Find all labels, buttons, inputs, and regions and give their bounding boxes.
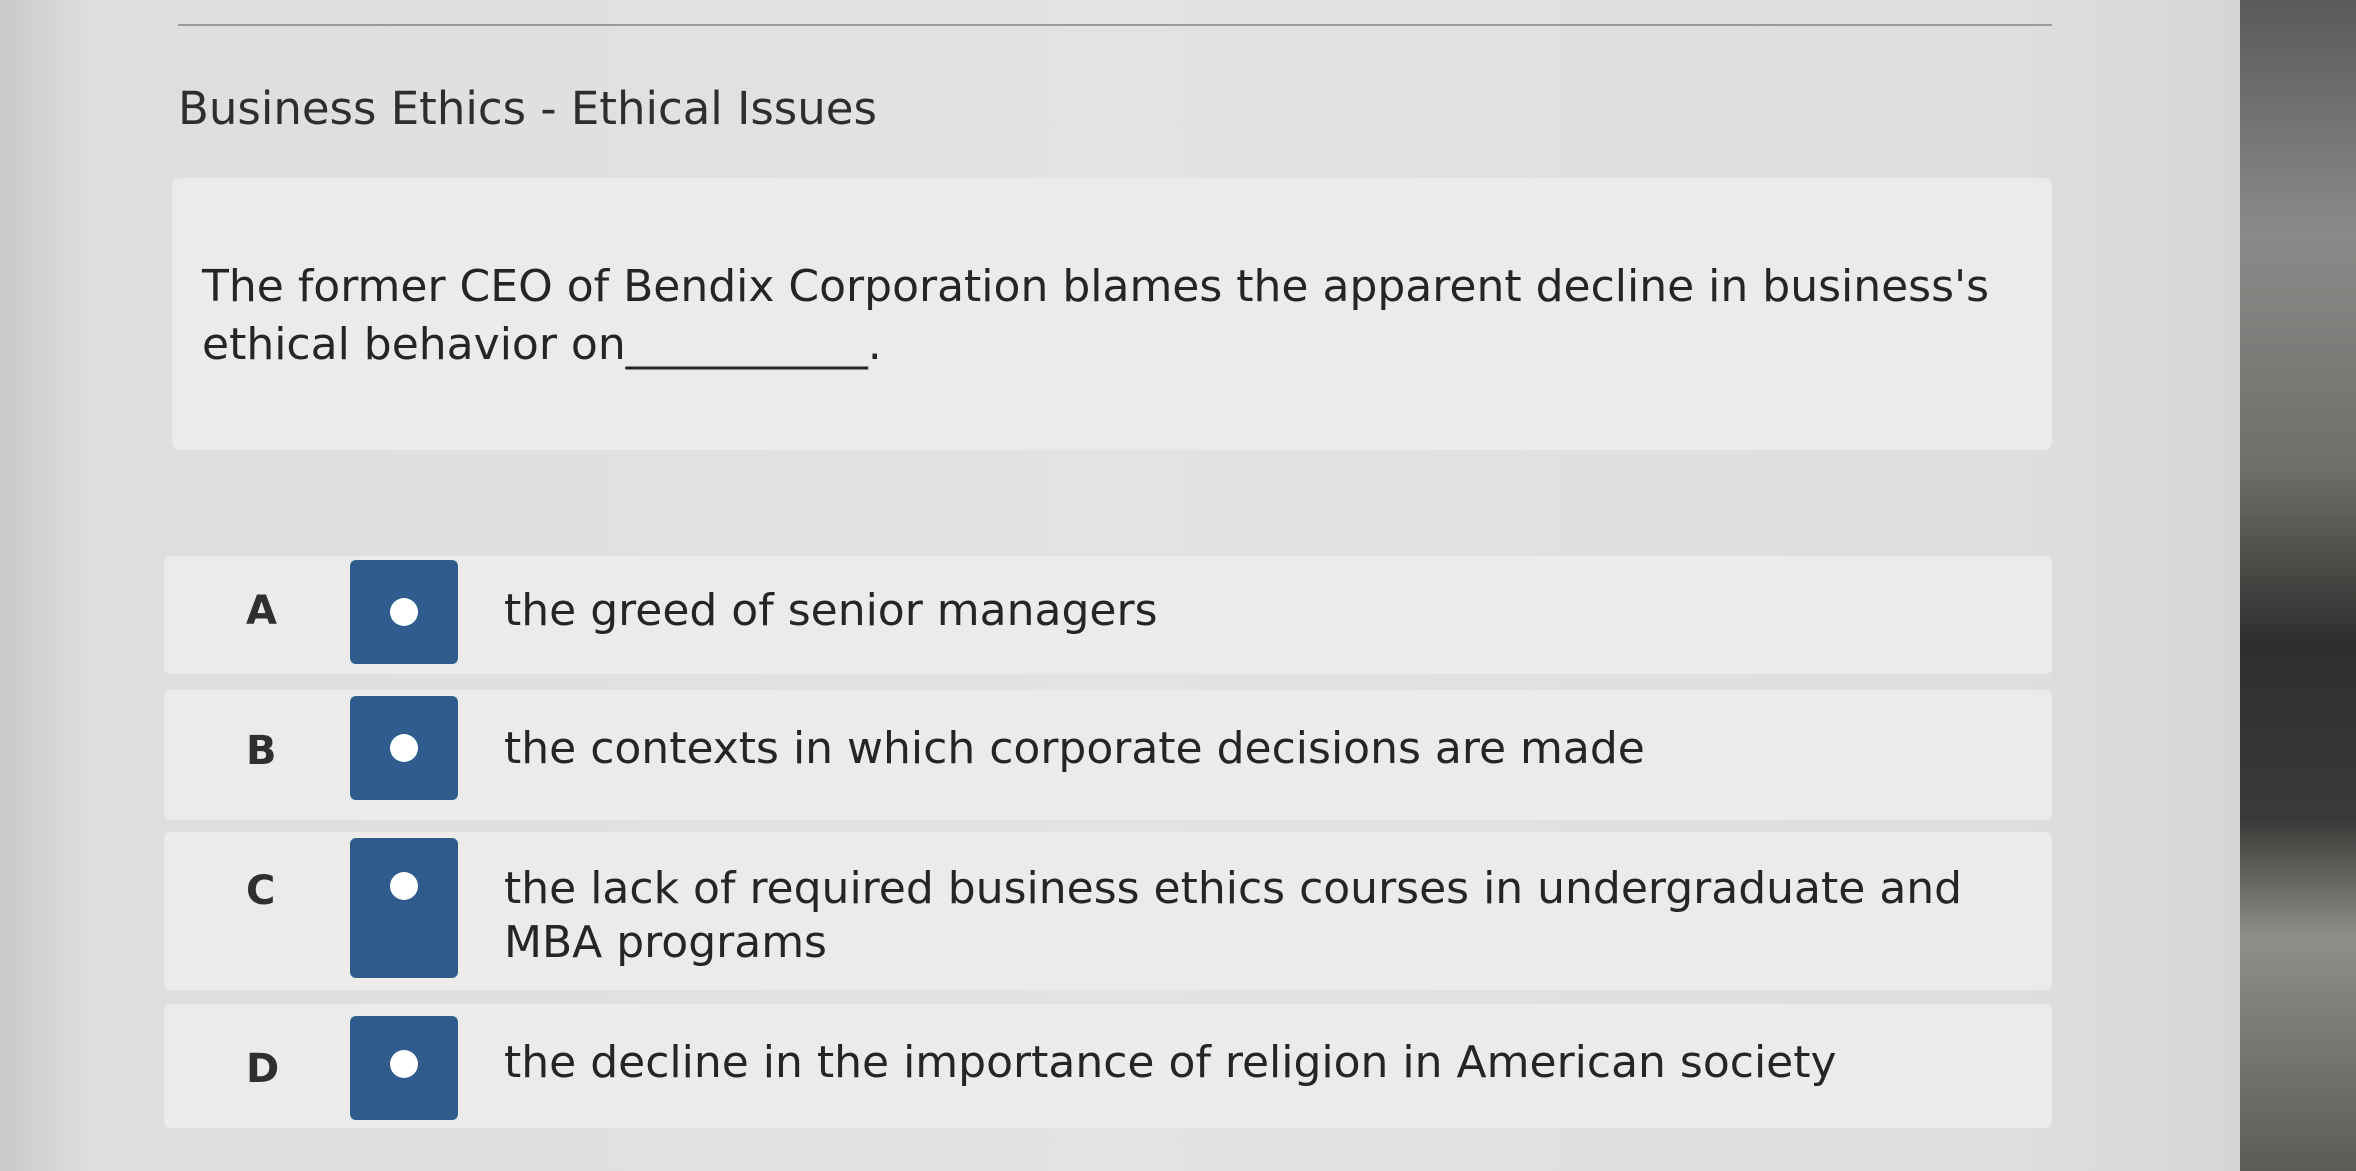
screen-bezel xyxy=(2240,0,2356,1171)
option-b-radio-button[interactable] xyxy=(350,696,458,800)
radio-unselected-icon xyxy=(390,598,418,626)
page-title: Business Ethics - Ethical Issues xyxy=(178,82,877,135)
option-letter: D xyxy=(246,1046,280,1092)
radio-unselected-icon xyxy=(390,734,418,762)
option-letter: B xyxy=(246,728,277,774)
option-d-radio-button[interactable] xyxy=(350,1016,458,1120)
radio-unselected-icon xyxy=(390,1050,418,1078)
answer-option-c[interactable]: C the lack of required business ethics c… xyxy=(164,832,2052,990)
option-text: the contexts in which corporate decision… xyxy=(504,723,1645,774)
option-text: the lack of required business ethics cou… xyxy=(504,863,1963,968)
answer-option-d[interactable]: D the decline in the importance of relig… xyxy=(164,1004,2052,1128)
option-text: the decline in the importance of religio… xyxy=(504,1037,1837,1088)
radio-unselected-icon xyxy=(390,872,418,900)
option-c-radio-button[interactable] xyxy=(350,838,458,978)
answer-option-a[interactable]: A the greed of senior managers xyxy=(164,556,2052,674)
option-a-radio-button[interactable] xyxy=(350,560,458,664)
quiz-page: Business Ethics - Ethical Issues The for… xyxy=(0,0,2240,1171)
option-text: the greed of senior managers xyxy=(504,585,1158,636)
answer-option-b[interactable]: B the contexts in which corporate decisi… xyxy=(164,690,2052,820)
question-card: The former CEO of Bendix Corporation bla… xyxy=(172,178,2052,450)
option-letter: A xyxy=(246,588,277,634)
question-text: The former CEO of Bendix Corporation bla… xyxy=(202,261,1990,370)
option-letter: C xyxy=(246,868,276,914)
header-divider xyxy=(178,24,2052,26)
